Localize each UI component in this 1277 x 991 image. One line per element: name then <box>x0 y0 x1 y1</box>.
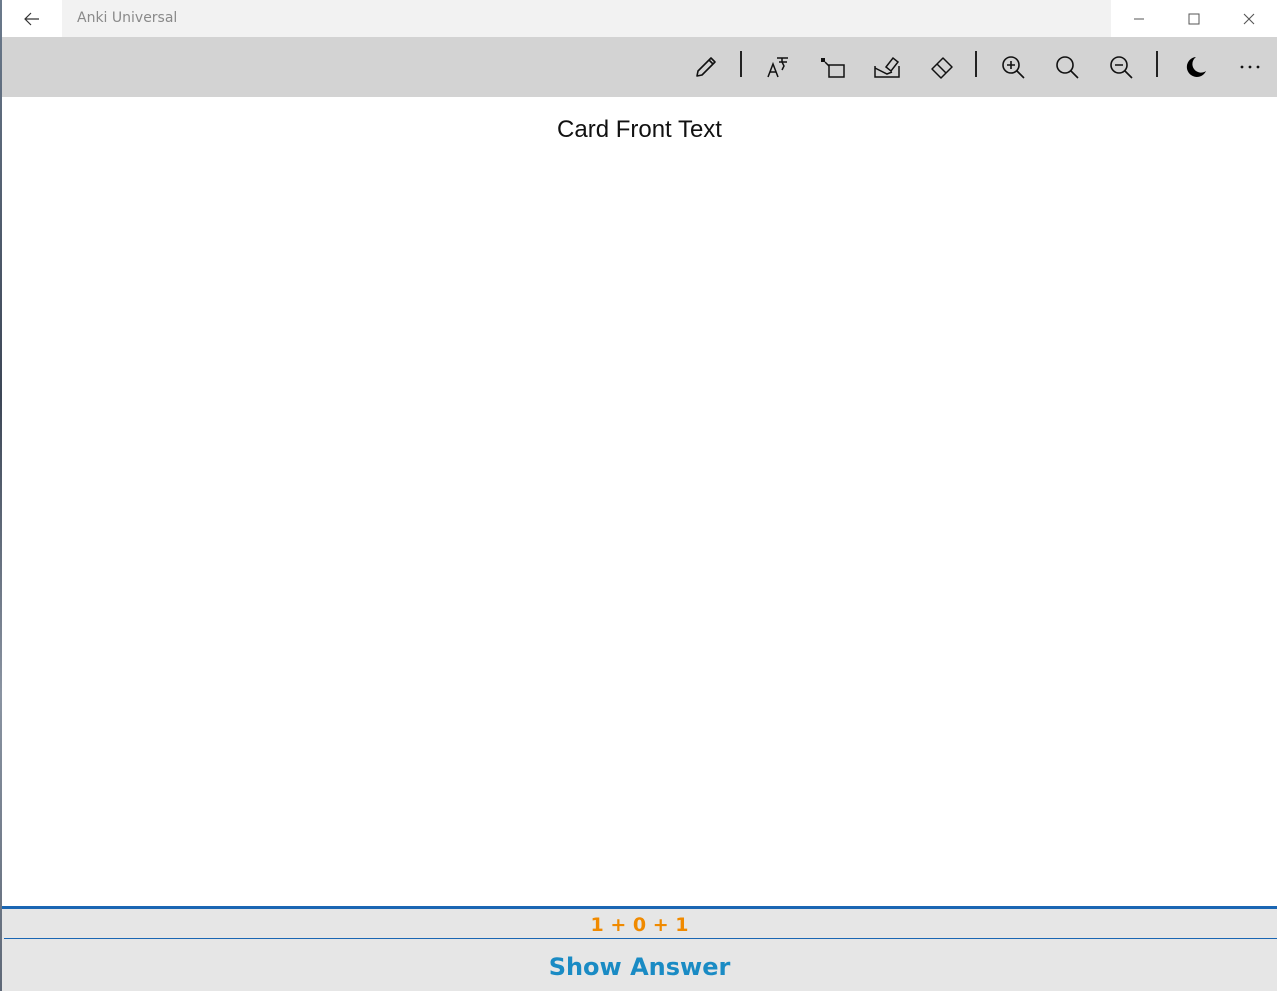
toolbar-separator <box>1156 51 1158 77</box>
more-button[interactable] <box>1223 37 1277 97</box>
app-window: Anki Universal Card Front Text 1 + 0 + 1… <box>0 0 1277 991</box>
text-format-button[interactable] <box>751 37 805 97</box>
eraser-icon <box>929 54 955 80</box>
card-counts: 1 + 0 + 1 <box>590 914 689 936</box>
night-mode-button[interactable] <box>1168 37 1222 97</box>
title-bar: Anki Universal <box>2 0 1277 37</box>
crop-button[interactable] <box>806 37 860 97</box>
back-button[interactable] <box>2 0 62 37</box>
zoom-in-icon <box>1000 54 1026 80</box>
close-icon <box>1243 13 1255 25</box>
pen-button[interactable] <box>679 37 733 97</box>
zoom-out-icon <box>1108 54 1134 80</box>
toolbar-separator <box>740 51 742 77</box>
zoom-icon <box>1054 54 1080 80</box>
eraser-button[interactable] <box>915 37 969 97</box>
desktop-edge <box>0 0 2 991</box>
toolbar-separator <box>975 51 977 77</box>
pencil-icon <box>693 54 719 80</box>
card-front-text: Card Front Text <box>557 116 722 143</box>
zoom-reset-button[interactable] <box>1040 37 1094 97</box>
more-icon <box>1239 64 1261 70</box>
window-title: Anki Universal <box>77 10 178 26</box>
divider <box>4 938 1277 939</box>
zoom-out-button[interactable] <box>1094 37 1148 97</box>
command-bar <box>2 37 1277 97</box>
maximize-icon <box>1188 13 1200 25</box>
close-button[interactable] <box>1221 0 1276 37</box>
arrow-left-icon <box>24 12 40 26</box>
minimize-button[interactable] <box>1111 0 1166 37</box>
show-answer-button[interactable]: Show Answer <box>2 953 1277 981</box>
review-panel: 1 + 0 + 1 Show Answer <box>2 906 1277 991</box>
crop-icon <box>819 54 847 80</box>
minimize-icon <box>1133 13 1145 25</box>
ink-eraser-icon <box>873 54 901 80</box>
caption-buttons <box>1111 0 1277 37</box>
ink-eraser-button[interactable] <box>860 37 914 97</box>
maximize-button[interactable] <box>1166 0 1221 37</box>
zoom-in-button[interactable] <box>986 37 1040 97</box>
moon-icon <box>1182 54 1208 80</box>
text-format-icon <box>765 54 791 80</box>
